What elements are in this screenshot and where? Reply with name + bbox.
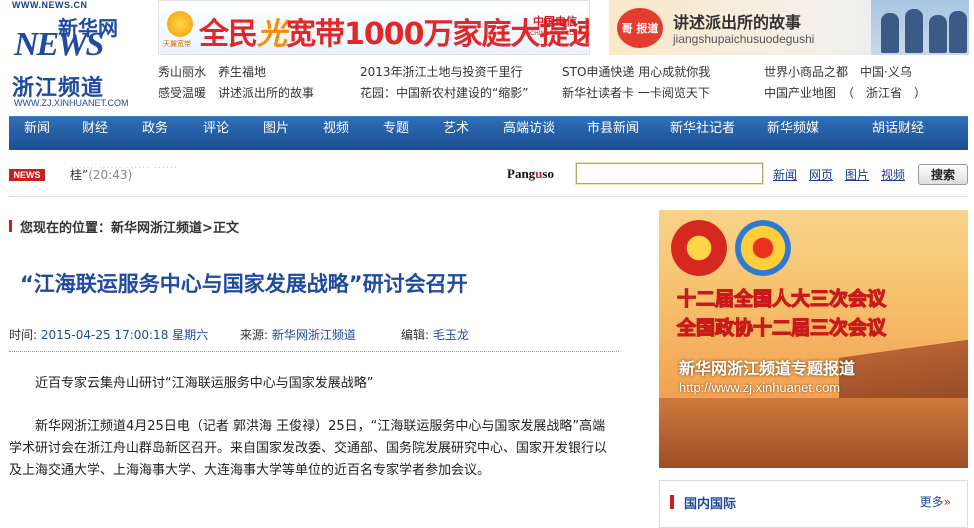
- nav-item-topics[interactable]: 专题: [383, 117, 409, 150]
- search-button[interactable]: 搜索: [918, 164, 968, 185]
- nav-item-government[interactable]: 政务: [142, 117, 168, 150]
- nav-item-finance[interactable]: 财经: [82, 117, 108, 150]
- nav-item-interviews[interactable]: 高端访谈: [503, 117, 555, 150]
- quick-links-col2: 2013年浙江土地与投资千里行 花园：中国新农村建设的“缩影”: [360, 62, 528, 104]
- nav-item-reporters[interactable]: 新华社记者: [670, 117, 735, 150]
- search-scope-news[interactable]: 新闻: [773, 166, 797, 183]
- nav-item-photos[interactable]: 图片: [263, 117, 289, 150]
- logo-brand: 新华网: [58, 16, 118, 40]
- meta-divider: [9, 351, 619, 352]
- people-photo: [871, 0, 969, 55]
- news-tag-badge: NEWS: [9, 169, 45, 181]
- quick-link[interactable]: 感受温暖 讲述派出所的故事: [158, 86, 314, 100]
- quick-link[interactable]: 新华社读者卡 一卡阅览天下: [562, 86, 710, 100]
- article-paragraph: 近百专家云集舟山研讨“江海联运服务中心与国家发展战略”: [35, 376, 374, 391]
- box-marker: [670, 495, 674, 509]
- tianyi-logo-text: 天翼宽带: [163, 40, 191, 48]
- article-time-value: 2015-04-25 17:00:18 星期六: [40, 328, 209, 342]
- divider: [9, 196, 968, 197]
- npc-cppcc-promo-banner[interactable]: 十二届全国人大三次会议 全国政协十二届三次会议 新华网浙江频道专题报道 http…: [659, 210, 968, 468]
- ticker-headline[interactable]: 桂”: [70, 168, 88, 182]
- quick-links-col1: 秀山丽水 养生福地 感受温暖 讲述派出所的故事: [158, 62, 314, 104]
- article-source: 来源: 新华网浙江频道: [240, 328, 356, 342]
- quick-link[interactable]: 2013年浙江土地与投资千里行: [360, 65, 523, 79]
- more-arrows-icon: »: [943, 495, 951, 509]
- great-wall-base: [659, 398, 968, 468]
- breadcrumb: 您现在的位置：新华网浙江频道>正文: [20, 217, 239, 236]
- quick-links-col3: STO申通快递 用心成就你我 新华社读者卡 一卡阅览天下: [562, 62, 710, 104]
- box-title: 国内国际: [684, 497, 737, 512]
- promo-line-url: http://www.zj.xinhuanet.com: [679, 380, 841, 395]
- article-source-value: 新华网浙江频道: [271, 328, 356, 342]
- article-editor: 编辑: 毛玉龙: [401, 328, 469, 342]
- search-scope-web[interactable]: 网页: [809, 166, 833, 183]
- breadcrumb-current: 正文: [212, 221, 239, 236]
- ticker-time: (20:43): [88, 168, 133, 182]
- article-paragraph: 新华网浙江频道4月25日电（记者 郭洪海 王俊禄）25日，“江海联运服务中心与国…: [9, 419, 608, 478]
- domestic-intl-box: 国内国际 更多»: [659, 480, 968, 528]
- nav-item-media[interactable]: 新华频媒: [767, 117, 819, 150]
- china-telecom-sub: CHINA TELECOM: [530, 31, 579, 37]
- banner-badge: 哥 报道: [617, 8, 663, 48]
- quick-link[interactable]: STO申通快递 用心成就你我: [562, 65, 710, 79]
- quick-link[interactable]: 秀山丽水 养生福地: [158, 65, 266, 79]
- article-time: 时间: 2015-04-25 17:00:18 星期六: [9, 328, 209, 342]
- article-editor-value: 毛玉龙: [432, 328, 469, 342]
- breadcrumb-separator: >: [202, 221, 213, 236]
- panguso-logo: Panguso: [507, 166, 554, 181]
- cppcc-emblem-icon: [735, 220, 791, 276]
- banner-title: 讲述派出所的故事: [673, 13, 802, 32]
- ticker-prev-line: …… …… …… ……: [70, 158, 178, 168]
- logo-sub-url: WWW.ZJ.XINHUANET.COM: [14, 98, 129, 108]
- main-nav: 新闻 财经 政务 评论 图片 视频 专题 艺术 高端访谈 市县新闻 新华社记者 …: [9, 116, 968, 150]
- police-story-banner[interactable]: 哥 报道 讲述派出所的故事 jiangshupaichusuodegushi: [609, 0, 969, 55]
- national-emblem-icon: [671, 220, 727, 276]
- quick-links-col4: 世界小商品之都 中国·义乌 中国产业地图 （ 浙江省 ）: [764, 62, 926, 104]
- news-ticker[interactable]: …… …… …… …… 桂”(20:43): [70, 158, 390, 188]
- quick-link[interactable]: 中国产业地图 （ 浙江省 ）: [764, 86, 926, 100]
- more-link[interactable]: 更多»: [920, 493, 951, 510]
- logo-url: WWW.NEWS.CN: [12, 0, 88, 10]
- nav-item-video[interactable]: 视频: [323, 117, 349, 150]
- quick-link[interactable]: 花园：中国新农村建设的“缩影”: [360, 86, 528, 100]
- breadcrumb-site-link[interactable]: 新华网浙江频道: [111, 221, 202, 236]
- search-scope-video[interactable]: 视频: [881, 166, 905, 183]
- search-input[interactable]: [575, 162, 764, 185]
- nav-item-hu-finance[interactable]: 胡话财经: [872, 117, 924, 150]
- banner-subtitle: jiangshupaichusuodegushi: [673, 32, 815, 46]
- promo-line-npc: 十二届全国人大三次会议: [676, 287, 887, 310]
- tianyi-logo-icon: [167, 11, 193, 37]
- breadcrumb-marker: [9, 220, 12, 232]
- nav-item-art[interactable]: 艺术: [443, 117, 469, 150]
- nav-item-commentary[interactable]: 评论: [203, 117, 229, 150]
- promo-line-cppcc: 全国政协十二届三次会议: [676, 316, 887, 339]
- promo-line-report: 新华网浙江频道专题报道: [679, 359, 856, 378]
- breadcrumb-label: 您现在的位置：: [20, 221, 112, 236]
- search-scope-images[interactable]: 图片: [845, 166, 869, 183]
- article-title: “江海联运服务中心与国家发展战略”研讨会召开: [20, 272, 468, 296]
- quick-link[interactable]: 世界小商品之都 中国·义乌: [764, 65, 912, 79]
- china-telecom-logo: 中国电信: [533, 15, 577, 28]
- broadband-ad-banner[interactable]: 天翼宽带 全民光宽带1000万家庭大提速 中国电信 CHINA TELECOM: [158, 0, 590, 55]
- nav-item-news[interactable]: 新闻: [24, 117, 50, 150]
- nav-item-county-news[interactable]: 市县新闻: [587, 117, 639, 150]
